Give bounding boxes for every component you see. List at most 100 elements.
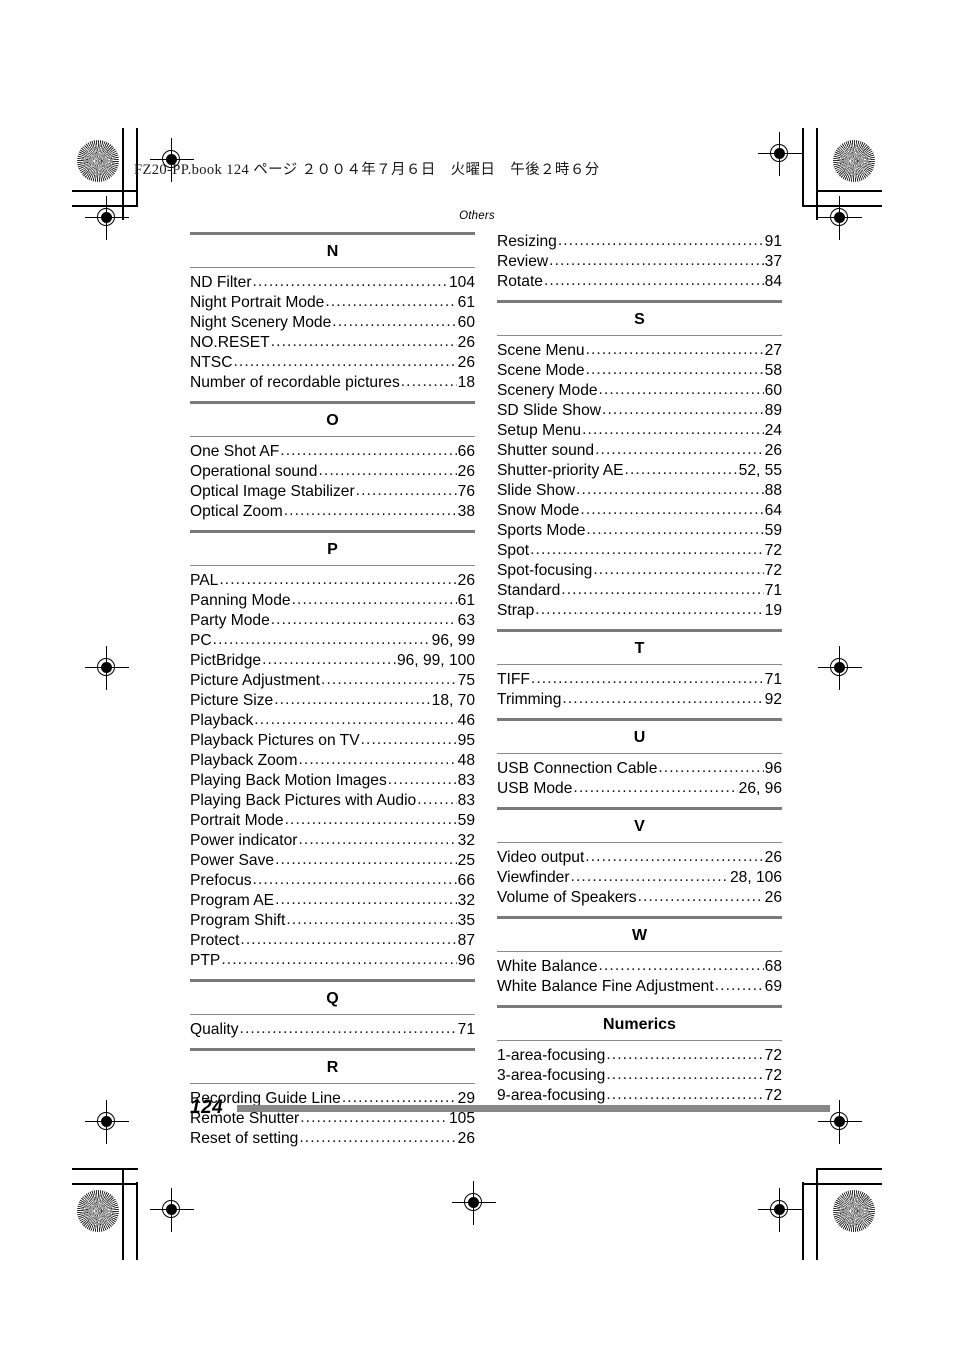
- index-entry-term: Playing Back Pictures with Audio: [190, 792, 417, 809]
- index-entry[interactable]: Reset of setting........................…: [190, 1129, 475, 1149]
- index-entry[interactable]: Standard................................…: [497, 581, 782, 601]
- index-entry[interactable]: Shutter-priority AE.....................…: [497, 461, 782, 481]
- index-entry[interactable]: 1-area-focusing.........................…: [497, 1046, 782, 1066]
- index-entry[interactable]: Resizing................................…: [497, 232, 782, 252]
- index-entry[interactable]: Program AE..............................…: [190, 891, 475, 911]
- index-entry-page-number: 72: [764, 1047, 782, 1064]
- index-entry[interactable]: ND Filter...............................…: [190, 273, 475, 293]
- index-entry-term: Playback Pictures on TV: [190, 732, 360, 749]
- index-entry-page-number: 72: [764, 1067, 782, 1084]
- index-entry-page-number: 84: [764, 273, 782, 290]
- index-entry[interactable]: Playing Back Motion Images..............…: [190, 771, 475, 791]
- index-entry[interactable]: Snow Mode...............................…: [497, 501, 782, 521]
- index-entry[interactable]: NTSC....................................…: [190, 353, 475, 373]
- index-entry-term: Night Portrait Mode: [190, 294, 325, 311]
- index-entry[interactable]: White Balance Fine Adjustment...........…: [497, 977, 782, 997]
- index-entry[interactable]: PictBridge..............................…: [190, 651, 475, 671]
- index-entry-term: Trimming: [497, 691, 562, 708]
- index-entry-term: Night Scenery Mode: [190, 314, 332, 331]
- index-entry[interactable]: Portrait Mode...........................…: [190, 811, 475, 831]
- index-entry[interactable]: Strap...................................…: [497, 601, 782, 621]
- index-entry-leader-dots: ........................................…: [270, 611, 457, 628]
- index-entry-page-number: 26, 96: [738, 780, 782, 797]
- index-entry[interactable]: Setup Menu..............................…: [497, 421, 782, 441]
- index-entry[interactable]: Program Shift...........................…: [190, 911, 475, 931]
- index-entry[interactable]: Picture Size............................…: [190, 691, 475, 711]
- index-entry[interactable]: Playback Zoom...........................…: [190, 751, 475, 771]
- index-entry[interactable]: Trimming................................…: [497, 690, 782, 710]
- index-entry-term: ND Filter: [190, 274, 252, 291]
- index-entry[interactable]: Rotate..................................…: [497, 272, 782, 292]
- index-entry[interactable]: Video output............................…: [497, 848, 782, 868]
- index-entry[interactable]: 3-area-focusing.........................…: [497, 1066, 782, 1086]
- index-entry-page-number: 28, 106: [729, 869, 782, 886]
- index-entry[interactable]: Review..................................…: [497, 252, 782, 272]
- index-entry[interactable]: Shutter sound...........................…: [497, 441, 782, 461]
- index-entry[interactable]: Volume of Speakers......................…: [497, 888, 782, 908]
- index-entry-page-number: 76: [457, 483, 475, 500]
- index-entry-leader-dots: ........................................…: [252, 273, 448, 290]
- index-entry[interactable]: Optical Image Stabilizer................…: [190, 482, 475, 502]
- index-entry-leader-dots: ........................................…: [570, 868, 729, 885]
- index-entry-term: Strap: [497, 602, 535, 619]
- index-section: O One Shot AF............................…: [190, 401, 475, 530]
- index-entry[interactable]: One Shot AF.............................…: [190, 442, 475, 462]
- index-entry[interactable]: Quality.................................…: [190, 1020, 475, 1040]
- index-entry[interactable]: Playing Back Pictures with Audio........…: [190, 791, 475, 811]
- index-entry[interactable]: PC......................................…: [190, 631, 475, 651]
- index-entry-leader-dots: ........................................…: [270, 333, 457, 350]
- index-entry[interactable]: Night Portrait Mode.....................…: [190, 293, 475, 313]
- index-entry[interactable]: Playback Pictures on TV.................…: [190, 731, 475, 751]
- index-entry[interactable]: Playback................................…: [190, 711, 475, 731]
- index-entry[interactable]: Panning Mode............................…: [190, 591, 475, 611]
- index-entry-list: USB Connection Cable....................…: [497, 759, 782, 799]
- index-entry[interactable]: Scene Mode..............................…: [497, 361, 782, 381]
- index-entry[interactable]: USB Mode................................…: [497, 779, 782, 799]
- index-entry-leader-dots: ........................................…: [240, 931, 456, 948]
- index-entry-page-number: 26: [457, 354, 475, 371]
- index-entry-leader-dots: ........................................…: [530, 541, 764, 558]
- index-columns: N ND Filter..............................…: [190, 232, 782, 1157]
- index-entry[interactable]: Prefocus................................…: [190, 871, 475, 891]
- index-entry[interactable]: Number of recordable pictures...........…: [190, 373, 475, 393]
- index-entry[interactable]: Spot....................................…: [497, 541, 782, 561]
- index-entry[interactable]: Scenery Mode............................…: [497, 381, 782, 401]
- index-entry[interactable]: Slide Show..............................…: [497, 481, 782, 501]
- index-entry-term: Power indicator: [190, 832, 298, 849]
- index-entry[interactable]: PTP.....................................…: [190, 951, 475, 971]
- index-entry-term: Slide Show: [497, 482, 576, 499]
- index-entry[interactable]: Night Scenery Mode......................…: [190, 313, 475, 333]
- index-entry[interactable]: Scene Menu..............................…: [497, 341, 782, 361]
- index-entry-page-number: 32: [457, 832, 475, 849]
- index-entry[interactable]: Viewfinder..............................…: [497, 868, 782, 888]
- index-entry[interactable]: White Balance...........................…: [497, 957, 782, 977]
- index-entry-page-number: 58: [764, 362, 782, 379]
- index-entry[interactable]: Picture Adjustment......................…: [190, 671, 475, 691]
- index-entry-page-number: 35: [457, 912, 475, 929]
- index-entry-term: Spot: [497, 542, 530, 559]
- index-entry-list: Resizing................................…: [497, 232, 782, 292]
- index-entry-page-number: 72: [764, 542, 782, 559]
- index-entry[interactable]: Optical Zoom............................…: [190, 502, 475, 522]
- index-entry[interactable]: USB Connection Cable....................…: [497, 759, 782, 779]
- index-entry[interactable]: Sports Mode.............................…: [497, 521, 782, 541]
- index-entry-leader-dots: ........................................…: [284, 811, 457, 828]
- index-entry[interactable]: NO.RESET................................…: [190, 333, 475, 353]
- index-entry-term: NO.RESET: [190, 334, 270, 351]
- index-section-letter: P: [190, 530, 475, 566]
- index-entry[interactable]: Protect.................................…: [190, 931, 475, 951]
- index-entry[interactable]: Spot-focusing...........................…: [497, 561, 782, 581]
- index-entry[interactable]: TIFF....................................…: [497, 670, 782, 690]
- left-column: N ND Filter..............................…: [190, 232, 475, 1157]
- index-entry[interactable]: Party Mode..............................…: [190, 611, 475, 631]
- index-entry[interactable]: Operational sound.......................…: [190, 462, 475, 482]
- index-entry[interactable]: Power indicator.........................…: [190, 831, 475, 851]
- index-entry[interactable]: SD Slide Show...........................…: [497, 401, 782, 421]
- index-entry-page-number: 26: [457, 572, 475, 589]
- index-entry[interactable]: PAL.....................................…: [190, 571, 475, 591]
- index-entry-leader-dots: ........................................…: [283, 502, 457, 519]
- index-entry-term: Protect: [190, 932, 240, 949]
- index-entry[interactable]: Power Save..............................…: [190, 851, 475, 871]
- index-entry-term: PC: [190, 632, 212, 649]
